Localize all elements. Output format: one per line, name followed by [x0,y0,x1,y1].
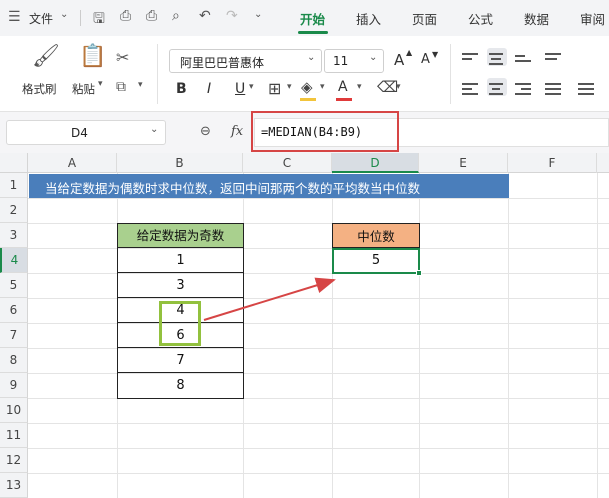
arrow-annotation [203,277,336,321]
arrow-line [203,277,336,321]
